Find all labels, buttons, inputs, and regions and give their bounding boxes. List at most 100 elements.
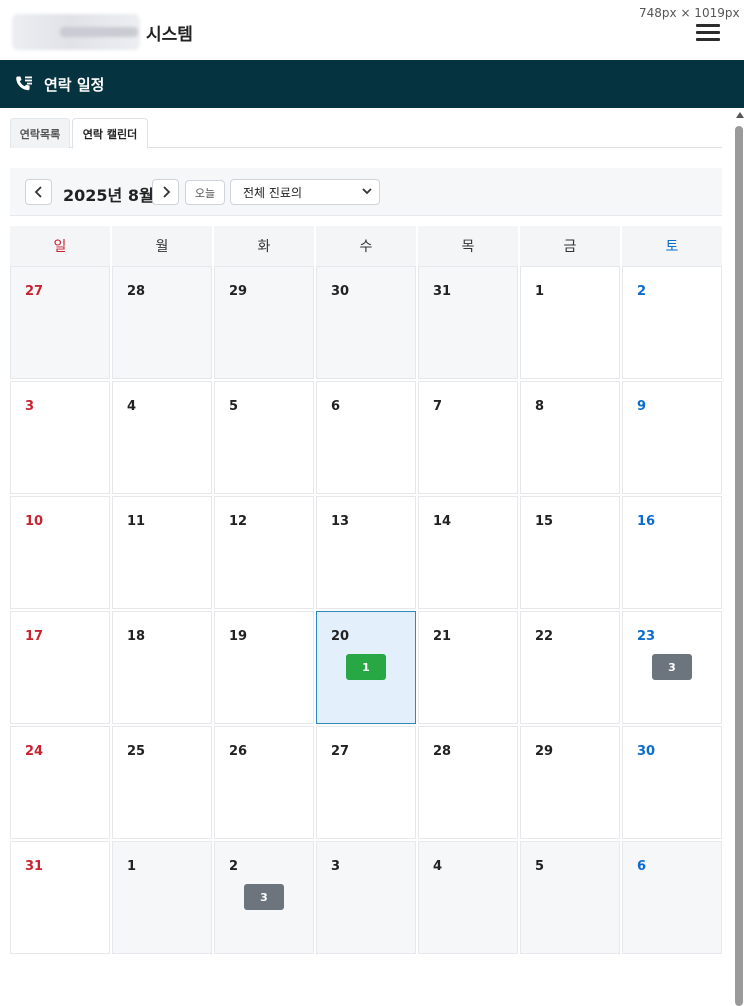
calendar-day[interactable]: 31 (10, 841, 110, 954)
calendar-grid: 27 28 29 30 31 1 2 3 4 5 6 7 8 9 10 11 12 13 14 15 16 17 18 19 2… (10, 266, 722, 954)
calendar-day[interactable]: 1 (112, 841, 212, 954)
weekday-header: 일 (10, 226, 110, 266)
calendar-day[interactable]: 27 (316, 726, 416, 839)
day-number: 28 (127, 284, 146, 299)
calendar-day[interactable]: 30 (622, 726, 722, 839)
weekday-header: 화 (214, 226, 314, 266)
chevron-down-icon (361, 185, 373, 200)
prev-month-button[interactable] (25, 179, 52, 205)
top-bar: 시스템 (0, 0, 744, 60)
day-number: 1 (535, 284, 545, 299)
tab-contact-list[interactable]: 연락목록 (10, 118, 70, 148)
calendar-day[interactable]: 22 (520, 611, 620, 724)
contact-count-badge[interactable]: 3 (652, 654, 692, 680)
day-number: 26 (229, 744, 248, 759)
day-number: 23 (637, 629, 656, 644)
calendar-day[interactable]: 6 (316, 381, 416, 494)
calendar-day[interactable]: 29 (214, 266, 314, 379)
day-number: 21 (433, 629, 452, 644)
calendar-day[interactable]: 30 (316, 266, 416, 379)
calendar-day[interactable]: 31 (418, 266, 518, 379)
system-title: 시스템 (146, 25, 193, 45)
scrollbar[interactable] (734, 110, 744, 1006)
day-number: 5 (229, 399, 239, 414)
day-number: 3 (25, 399, 35, 414)
calendar-day[interactable]: 17 (10, 611, 110, 724)
logo[interactable] (12, 14, 140, 50)
day-number: 12 (229, 514, 248, 529)
calendar-day[interactable]: 6 (622, 841, 722, 954)
calendar-day[interactable]: 3 (316, 841, 416, 954)
calendar-day[interactable]: 28 (418, 726, 518, 839)
calendar-day[interactable]: 3 (10, 381, 110, 494)
day-number: 25 (127, 744, 146, 759)
chevron-right-icon (162, 186, 170, 198)
doctor-filter-select[interactable]: 전체 진료의 (230, 179, 380, 205)
day-number: 7 (433, 399, 443, 414)
calendar-toolbar: 2025년 8월 오늘 전체 진료의 (10, 168, 722, 216)
day-number: 27 (331, 744, 350, 759)
contact-count-badge[interactable]: 3 (244, 884, 284, 910)
day-number: 31 (25, 859, 44, 874)
calendar-day[interactable]: 14 (418, 496, 518, 609)
day-number: 19 (229, 629, 248, 644)
page-title: 연락 일정 (44, 75, 105, 94)
day-number: 4 (127, 399, 137, 414)
calendar-day[interactable]: 4 (112, 381, 212, 494)
day-number: 28 (433, 744, 452, 759)
calendar-day[interactable]: 10 (10, 496, 110, 609)
calendar-day-today[interactable]: 20 1 (316, 611, 416, 724)
page-header: 연락 일정 (0, 60, 744, 108)
calendar-day[interactable]: 29 (520, 726, 620, 839)
calendar-day[interactable]: 1 (520, 266, 620, 379)
calendar-day[interactable]: 18 (112, 611, 212, 724)
day-number: 30 (637, 744, 656, 759)
calendar-day[interactable]: 27 (10, 266, 110, 379)
today-button[interactable]: 오늘 (185, 180, 225, 205)
day-number: 18 (127, 629, 146, 644)
calendar-day[interactable]: 19 (214, 611, 314, 724)
calendar-day[interactable]: 7 (418, 381, 518, 494)
calendar-day[interactable]: 5 (520, 841, 620, 954)
day-number: 10 (25, 514, 44, 529)
day-number: 30 (331, 284, 350, 299)
day-number: 13 (331, 514, 350, 529)
calendar-day[interactable]: 16 (622, 496, 722, 609)
calendar-day[interactable]: 25 (112, 726, 212, 839)
calendar-day[interactable]: 23 (214, 841, 314, 954)
next-month-button[interactable] (152, 179, 179, 205)
calendar-day[interactable]: 2 (622, 266, 722, 379)
contact-count-badge[interactable]: 1 (346, 654, 386, 680)
calendar-day[interactable]: 28 (112, 266, 212, 379)
day-number: 29 (229, 284, 248, 299)
day-number: 2 (637, 284, 647, 299)
weekday-header: 금 (520, 226, 620, 266)
calendar-day[interactable]: 26 (214, 726, 314, 839)
calendar-day[interactable]: 11 (112, 496, 212, 609)
menu-icon[interactable] (696, 24, 720, 42)
day-number: 31 (433, 284, 452, 299)
day-number: 5 (535, 859, 545, 874)
calendar-day[interactable]: 4 (418, 841, 518, 954)
calendar-day[interactable]: 9 (622, 381, 722, 494)
scroll-up-arrow-icon[interactable] (736, 112, 744, 118)
calendar-day[interactable]: 12 (214, 496, 314, 609)
day-number: 1 (127, 859, 137, 874)
calendar-day[interactable]: 8 (520, 381, 620, 494)
calendar-day[interactable]: 15 (520, 496, 620, 609)
calendar-day[interactable]: 5 (214, 381, 314, 494)
day-number: 6 (331, 399, 341, 414)
day-number: 9 (637, 399, 647, 414)
weekday-header: 월 (112, 226, 212, 266)
calendar-day[interactable]: 21 (418, 611, 518, 724)
calendar-day[interactable]: 13 (316, 496, 416, 609)
calendar-day[interactable]: 23 3 (622, 611, 722, 724)
day-number: 17 (25, 629, 44, 644)
doctor-filter-value: 전체 진료의 (243, 185, 303, 200)
day-number: 24 (25, 744, 44, 759)
scroll-thumb[interactable] (735, 126, 743, 1006)
calendar-day[interactable]: 24 (10, 726, 110, 839)
tab-contact-calendar[interactable]: 연락 캘린더 (72, 118, 148, 149)
day-number: 6 (637, 859, 647, 874)
day-number: 16 (637, 514, 656, 529)
